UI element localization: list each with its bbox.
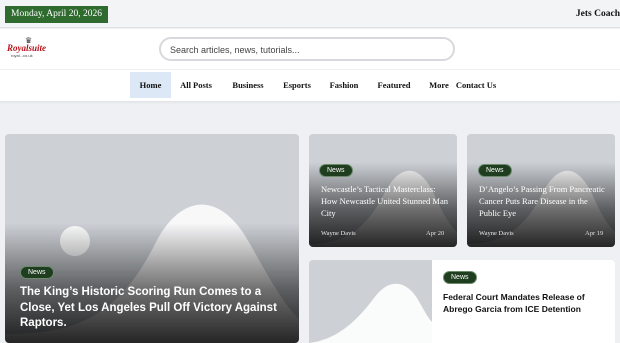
nav-item-esports[interactable]: Esports — [280, 72, 314, 98]
article-title[interactable]: Newcastle’s Tactical Masterclass: How Ne… — [321, 183, 449, 219]
nav-item-contact-us[interactable]: Contact Us — [455, 72, 497, 98]
nav-item-more[interactable]: More — [427, 72, 451, 98]
main-nav: Home All Posts Business Esports Fashion … — [0, 70, 620, 102]
category-badge[interactable]: News — [443, 271, 477, 284]
top-bar: Monday, April 20, 2026 Jets Coach — [0, 0, 620, 28]
article-title[interactable]: D’Angelo’s Passing From Pancreatic Cance… — [479, 183, 607, 219]
author-name[interactable]: Wayne Davis — [321, 230, 356, 237]
search-box[interactable] — [159, 37, 455, 61]
category-badge[interactable]: News — [478, 164, 512, 177]
site-logo[interactable]: ♛ Royalsuite royal...co.uk — [7, 37, 55, 59]
nav-item-featured[interactable]: Featured — [375, 72, 413, 98]
featured-category-badge[interactable]: News — [20, 266, 54, 279]
logo-text: Royalsuite — [7, 43, 47, 53]
search-input[interactable] — [170, 42, 440, 58]
article-title[interactable]: Federal Court Mandates Release of Abrego… — [443, 291, 613, 315]
nav-item-all-posts[interactable]: All Posts — [175, 72, 217, 98]
featured-title[interactable]: The King’s Historic Scoring Run Comes to… — [20, 285, 282, 332]
logo-subtext: royal...co.uk — [11, 53, 33, 58]
image-placeholder-icon — [309, 260, 432, 343]
nav-item-fashion[interactable]: Fashion — [326, 72, 362, 98]
post-date: Apr 20 — [426, 230, 445, 237]
nav-item-business[interactable]: Business — [228, 72, 268, 98]
news-ticker[interactable]: Jets Coach — [576, 6, 620, 23]
nav-item-home[interactable]: Home — [130, 72, 171, 98]
author-name[interactable]: Wayne Davis — [479, 230, 514, 237]
date-badge: Monday, April 20, 2026 — [5, 6, 108, 23]
category-badge[interactable]: News — [319, 164, 353, 177]
post-date: Apr 19 — [585, 230, 604, 237]
